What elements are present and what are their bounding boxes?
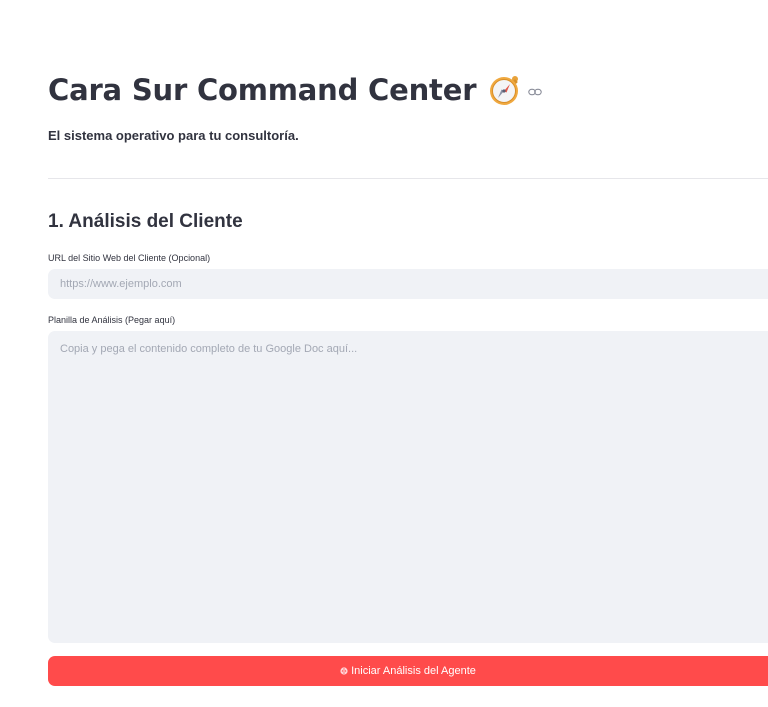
- analysis-sheet-textarea[interactable]: [48, 331, 768, 643]
- page-subtitle: El sistema operativo para tu consultoría…: [48, 128, 299, 143]
- link-icon[interactable]: [528, 87, 543, 97]
- start-analysis-label: Iniciar Análisis del Agente: [351, 665, 476, 677]
- app-page: Cara Sur Command Center El sistema opera…: [0, 0, 768, 707]
- section-title: 1. Análisis del Cliente: [48, 211, 243, 232]
- page-title: Cara Sur Command Center: [48, 73, 477, 107]
- divider: [48, 178, 768, 179]
- page-header: Cara Sur Command Center: [48, 70, 543, 110]
- analysis-sheet-label: Planilla de Análisis (Pegar aquí): [48, 315, 176, 325]
- client-url-input[interactable]: [48, 269, 768, 299]
- start-analysis-button[interactable]: Iniciar Análisis del Agente: [48, 656, 768, 686]
- url-field-label: URL del Sitio Web del Cliente (Opcional): [48, 253, 211, 263]
- compass-icon: [490, 76, 519, 105]
- brain-icon: [340, 667, 348, 675]
